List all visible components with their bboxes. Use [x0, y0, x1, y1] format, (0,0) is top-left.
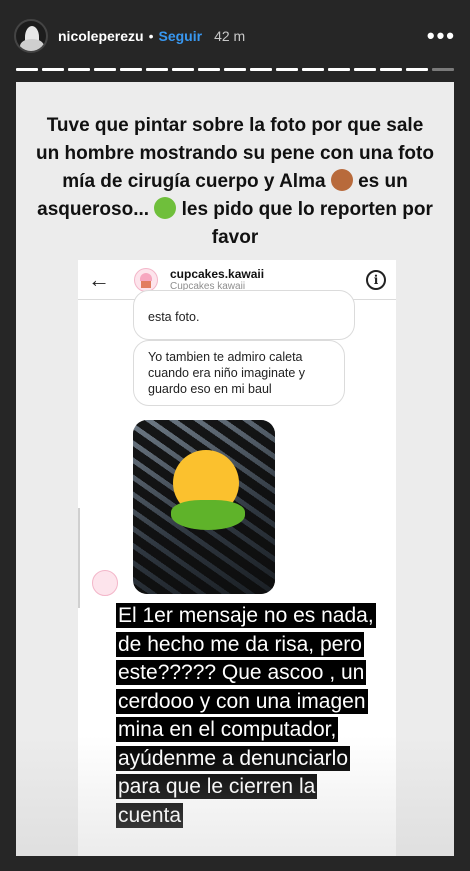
- story-caption: Tuve que pintar sobre la foto por que sa…: [36, 112, 434, 252]
- message-bubble: Yo tambien te admiro caleta cuando era n…: [133, 340, 345, 406]
- woman-emoji-icon: [330, 169, 353, 191]
- profile-avatar[interactable]: [14, 19, 48, 53]
- progress-segment: [16, 68, 38, 71]
- left-edge-line: [78, 508, 80, 608]
- vomiting-face-emoji-icon: [154, 197, 177, 219]
- more-horizontal-icon[interactable]: •••: [427, 23, 456, 49]
- progress-segment: [94, 68, 116, 71]
- separator-dot: •: [148, 28, 154, 44]
- progress-segment: [120, 68, 142, 71]
- sender-avatar-icon: [92, 570, 118, 596]
- info-icon: i: [366, 269, 386, 290]
- follow-button[interactable]: Seguir: [159, 28, 203, 44]
- progress-segment: [302, 68, 324, 71]
- progress-segment: [224, 68, 246, 71]
- progress-segment: [328, 68, 350, 71]
- dm-username: cupcakes.kawaii: [170, 267, 265, 281]
- progress-segment: [276, 68, 298, 71]
- vomit-sticker-shape: [171, 500, 245, 530]
- back-arrow-icon: ←: [88, 266, 110, 292]
- progress-segment-current: [432, 68, 454, 71]
- progress-segment: [250, 68, 272, 71]
- caption-part3: les pido que lo reporten por favor: [181, 199, 433, 248]
- progress-segment: [380, 68, 402, 71]
- progress-segment: [354, 68, 376, 71]
- progress-segment: [68, 68, 90, 71]
- dm-contact: cupcakes.kawaii Cupcakes kawaii: [170, 267, 264, 292]
- progress-segment: [406, 68, 428, 71]
- story-content[interactable]: Tuve que pintar sobre la foto por que sa…: [16, 82, 454, 856]
- post-time: 42 m: [214, 28, 246, 44]
- overlay-text: El 1er mensaje no es nada, de hecho me d…: [116, 603, 376, 828]
- censored-photo: [133, 420, 275, 594]
- overlay-text-block: El 1er mensaje no es nada, de hecho me d…: [116, 602, 384, 830]
- username[interactable]: nicoleperezu: [58, 28, 144, 44]
- message-bubble: esta foto.: [133, 290, 355, 340]
- progress-segment: [42, 68, 64, 71]
- cupcake-avatar-icon: [134, 267, 158, 292]
- progress-segment: [172, 68, 194, 71]
- progress-segment: [146, 68, 168, 71]
- story-progress-bar: [16, 68, 454, 71]
- story-header: nicoleperezu • Seguir 42 m •••: [14, 18, 456, 54]
- progress-segment: [198, 68, 220, 71]
